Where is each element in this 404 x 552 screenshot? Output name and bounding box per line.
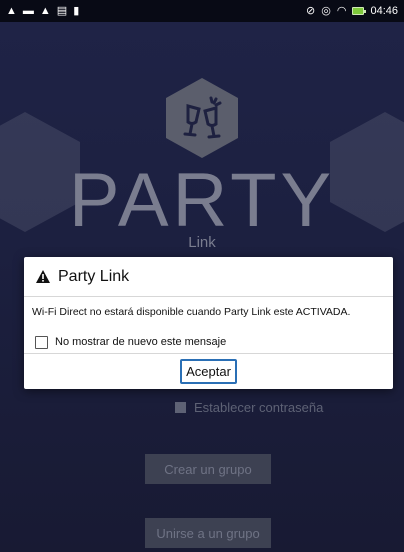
party-link-dialog: Party Link Wi-Fi Direct no estará dispon… <box>24 257 393 389</box>
tablet-icon: ▤ <box>56 4 68 17</box>
mute-icon: ⊘ <box>306 4 316 17</box>
battery-charging-icon <box>352 7 367 15</box>
alarm-icon: ◎ <box>321 4 331 17</box>
status-bar-right: ⊘ ◎ ◠ 04:46 <box>306 4 398 17</box>
accept-button[interactable]: Aceptar <box>180 359 237 384</box>
wifi-icon: ◠ <box>336 4 347 17</box>
status-bar-left: ▲ ▬ ▲ ▤ ▮ <box>6 4 80 17</box>
warning-icon: ▲ <box>6 4 17 17</box>
dialog-message: Wi-Fi Direct no estará disponible cuando… <box>32 306 351 318</box>
dont-show-again-row[interactable]: No mostrar de nuevo este mensaje <box>24 330 393 354</box>
warning-icon <box>36 270 50 283</box>
status-bar: ▲ ▬ ▲ ▤ ▮ ⊘ ◎ ◠ 04:46 <box>0 0 404 22</box>
warning-icon: ▲ <box>39 4 51 17</box>
file-icon: ▮ <box>73 4 80 17</box>
dialog-header: Party Link <box>24 257 393 297</box>
dialog-title: Party Link <box>58 267 130 285</box>
dont-show-again-checkbox[interactable] <box>35 335 48 349</box>
notification-icon: ▬ <box>22 4 34 17</box>
status-time: 04:46 <box>370 4 398 17</box>
dialog-footer: Aceptar <box>24 353 393 389</box>
dont-show-again-label[interactable]: No mostrar de nuevo este mensaje <box>55 336 226 348</box>
